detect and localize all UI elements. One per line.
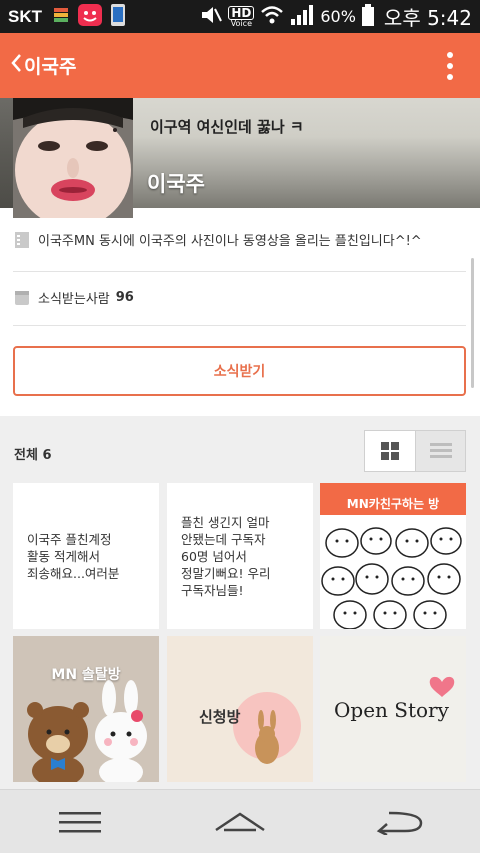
- list-view-button[interactable]: [415, 431, 465, 471]
- post-label: 신청방: [199, 708, 241, 726]
- home-icon[interactable]: [200, 797, 280, 847]
- posts-header: 전체 6: [0, 416, 480, 483]
- avatar[interactable]: [13, 98, 133, 218]
- signal-icon: [290, 4, 314, 29]
- wifi-icon: [260, 5, 284, 29]
- profile-info-card: 이국주MN 동시에 이국주의 사진이나 동영상을 올리는 플친입니다^!^ 소식…: [0, 208, 480, 416]
- chevron-left-icon: [10, 53, 22, 78]
- more-vertical-icon[interactable]: [430, 46, 470, 86]
- subscribers-icon: [13, 289, 31, 307]
- notification-icon: [78, 3, 102, 30]
- phone-icon: [110, 3, 126, 30]
- scrollbar[interactable]: [471, 258, 474, 388]
- profile-description: 이국주MN 동시에 이국주의 사진이나 동영상을 올리는 플친입니다^!^: [38, 234, 422, 249]
- subscribers-row: 소식받는사람 96: [13, 288, 466, 307]
- battery-percent: 60%: [320, 7, 356, 26]
- post-tile[interactable]: MN 솔탈방: [13, 636, 159, 782]
- back-nav-icon[interactable]: [360, 797, 440, 847]
- post-label: MN 솔탈방: [51, 667, 121, 683]
- post-label: MN카친구하는 방: [346, 497, 440, 511]
- carrier-label: SKT: [8, 6, 42, 26]
- document-icon: [13, 231, 31, 249]
- cover-caption: 이구역 여신인데 꿇나 ㅋ: [150, 118, 304, 136]
- post-tile[interactable]: Open Story: [320, 636, 466, 782]
- post-tile[interactable]: MN카친구하는 방: [320, 483, 466, 629]
- divider: [13, 271, 466, 272]
- divider: [13, 325, 466, 326]
- back-button[interactable]: 이국주: [0, 52, 76, 79]
- mute-icon: [200, 5, 223, 29]
- grid-view-button[interactable]: [365, 431, 415, 471]
- hd-voice-icon: HD Voice: [228, 5, 255, 28]
- subscribers-label: 소식받는사람: [38, 292, 110, 307]
- post-text: 이국주 플친계정 활동 적게해서 죄송해요...여러분: [27, 531, 120, 581]
- grid-icon: [381, 442, 399, 460]
- post-tile[interactable]: 신청방: [167, 636, 313, 782]
- post-tile[interactable]: 플친 생긴지 얼마 안됐는데 구독자 60명 넘어서 정말기뻐요! 우리 구독자…: [167, 483, 313, 629]
- subscribers-count: 96: [115, 290, 134, 305]
- clock: 오후 5:42: [383, 6, 472, 30]
- description-row: 이국주MN 동시에 이국주의 사진이나 동영상을 올리는 플친입니다^!^: [13, 230, 466, 249]
- subscribe-button[interactable]: 소식받기: [13, 346, 466, 396]
- hd-badge: HD: [228, 5, 255, 20]
- app-icon: [52, 6, 70, 28]
- post-tile[interactable]: 이국주 플친계정 활동 적게해서 죄송해요...여러분: [13, 483, 159, 629]
- menu-icon[interactable]: [40, 797, 120, 847]
- battery-icon: [361, 3, 374, 30]
- list-icon: [429, 443, 452, 458]
- post-text: 플친 생긴지 얼마 안됐는데 구독자 60명 넘어서 정말기뻐요! 우리 구독자…: [181, 514, 271, 598]
- page-title: 이국주: [24, 56, 77, 78]
- profile-name: 이국주: [147, 172, 205, 196]
- posts-total: 전체 6: [14, 448, 52, 463]
- view-toggle: [364, 430, 466, 472]
- voice-label: Voice: [230, 18, 252, 28]
- status-bar: SKT HD Voice 60% 오후 5:42: [0, 0, 480, 33]
- system-nav-bar: [0, 789, 480, 853]
- post-label: Open Story: [334, 698, 449, 722]
- app-bar: 이국주: [0, 33, 480, 98]
